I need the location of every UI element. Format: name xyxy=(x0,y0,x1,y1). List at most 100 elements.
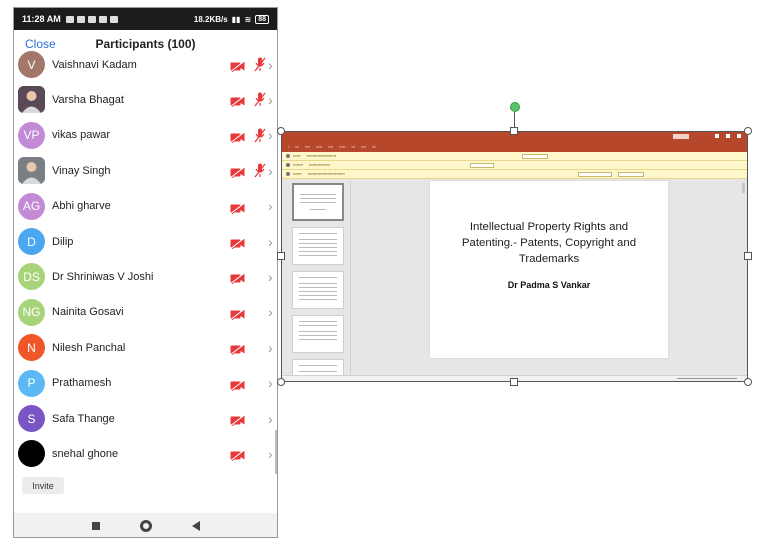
participant-name: vikas pawar xyxy=(52,129,111,142)
avatar xyxy=(18,440,45,468)
chevron-right-icon[interactable]: › xyxy=(268,92,273,108)
video-off-icon xyxy=(230,378,245,391)
avatar: AG xyxy=(18,192,45,220)
avatar: D xyxy=(18,228,45,255)
ppt-window-controls xyxy=(715,134,741,138)
participant-row[interactable]: DS Dr Shriniwas V Joshi › xyxy=(14,259,277,294)
mic-muted-icon xyxy=(254,92,266,107)
participant-name: Vinay Singh xyxy=(52,164,111,177)
participant-row[interactable]: AG Abhi gharve › xyxy=(14,189,277,224)
slide-thumbnail[interactable] xyxy=(292,271,344,309)
video-off-icon xyxy=(230,271,245,285)
phone-screen: 11:28 AM 18.2KB/s ▮▮ ≋ 88 Close Particip… xyxy=(13,7,278,538)
rotate-handle[interactable] xyxy=(510,102,520,112)
resize-handle-top-left[interactable] xyxy=(277,127,285,135)
android-nav-bar xyxy=(14,513,277,537)
video-off-icon xyxy=(230,448,245,462)
participant-name: Nilesh Panchal xyxy=(52,341,126,354)
participant-row[interactable]: N Nilesh Panchal › xyxy=(14,330,277,365)
home-icon[interactable] xyxy=(139,520,152,532)
participant-row[interactable]: NG Nainita Gosavi › xyxy=(14,295,277,330)
chevron-right-icon[interactable]: › xyxy=(268,446,273,462)
participant-row[interactable]: S Safa Thange › xyxy=(14,401,277,436)
resize-handle-bottom-left[interactable] xyxy=(277,378,285,386)
wifi-icon: ≋ xyxy=(244,14,252,24)
avatar: NG xyxy=(18,298,45,326)
participant-name: Safa Thange xyxy=(52,412,115,425)
video-off-icon xyxy=(230,342,245,356)
chevron-right-icon[interactable]: › xyxy=(268,57,273,73)
slide-thumbnail[interactable] xyxy=(292,227,344,265)
chevron-right-icon[interactable]: › xyxy=(268,198,273,214)
mic-muted-icon xyxy=(254,128,266,143)
back-icon[interactable] xyxy=(191,521,200,531)
chevron-right-icon[interactable]: › xyxy=(268,234,273,250)
battery-level: 88 xyxy=(255,14,269,24)
video-off-icon xyxy=(230,201,245,214)
participant-name: Dr Shriniwas V Joshi xyxy=(52,270,154,283)
slide-title: Intellectual Property Rights and Patenti… xyxy=(461,221,637,265)
avatar: DS xyxy=(18,263,45,291)
resize-handle-top-right[interactable] xyxy=(744,127,752,135)
avatar: P xyxy=(18,369,45,397)
participant-row[interactable]: VP vikas pawar › xyxy=(14,118,277,153)
participant-row[interactable]: V Vaishnavi Kadam › xyxy=(14,48,277,82)
pane-divider xyxy=(350,181,351,374)
notification-icons xyxy=(65,15,118,23)
participant-name: Varsha Bhagat xyxy=(52,93,124,106)
video-off-icon xyxy=(230,59,245,73)
resize-handle-left[interactable] xyxy=(277,252,285,260)
participant-row[interactable]: snehal ghone › xyxy=(14,436,277,471)
video-off-icon xyxy=(230,165,245,179)
list-scrollbar[interactable] xyxy=(275,430,277,474)
ppt-message-bar: ▪▪▪▪▪▪▪▪ ▪▪▪▪▪▪▪▪▪▪▪▪▪▪▪▪▪ xyxy=(282,161,747,170)
ppt-signin-button[interactable] xyxy=(673,134,689,139)
participants-list[interactable]: V Vaishnavi Kadam › Varsha Bhagat › VP vikas p… xyxy=(14,48,277,472)
participant-name: Dilip xyxy=(52,235,74,248)
avatar: N xyxy=(18,334,45,362)
chevron-right-icon[interactable]: › xyxy=(268,163,273,179)
ppt-message-bars: ▪▪▪▪▪▪ ▪▪▪▪▪▪▪▪▪▪▪▪▪▪▪▪▪▪▪▪▪▪▪▪ ▪▪▪▪▪▪▪▪ ▪… xyxy=(282,152,747,179)
avatar-photo xyxy=(18,157,45,185)
invite-button[interactable]: Invite xyxy=(22,477,64,494)
participant-row[interactable]: P Prathamesh › xyxy=(14,366,277,401)
powerpoint-window: ▪ ▪▪▪ ▪▪▪▪ ▪▪▪▪▪ ▪▪▪▪ ▪▪▪▪▪ ▪▪▪ ▪▪▪▪ ▪▪▪ ▪▪▪▪▪▪ ▪… xyxy=(282,132,747,381)
chevron-right-icon[interactable]: › xyxy=(268,375,273,391)
ppt-vertical-scrollbar[interactable] xyxy=(742,181,745,371)
zoom-slider[interactable] xyxy=(677,378,737,379)
chevron-right-icon[interactable]: › xyxy=(268,304,273,320)
resize-handle-bottom-right[interactable] xyxy=(744,378,752,386)
participant-row[interactable]: D Dilip › xyxy=(14,224,277,259)
participant-name: Vaishnavi Kadam xyxy=(52,58,137,71)
slide-thumbnail[interactable] xyxy=(292,315,344,353)
chevron-right-icon[interactable]: › xyxy=(268,269,273,285)
slide-thumbnail[interactable] xyxy=(292,183,344,221)
video-off-icon xyxy=(230,307,245,321)
participant-name: Nainita Gosavi xyxy=(52,306,124,319)
video-off-icon xyxy=(230,94,245,108)
slide-thumbnails-pane[interactable] xyxy=(288,181,350,381)
network-speed: 18.2KB/s xyxy=(193,14,228,24)
resize-handle-bottom[interactable] xyxy=(510,378,518,386)
mic-muted-icon xyxy=(254,163,266,178)
video-off-icon xyxy=(230,236,245,250)
avatar-photo xyxy=(18,86,45,114)
video-off-icon xyxy=(230,130,245,144)
signal-icon: ▮▮ xyxy=(231,14,241,24)
video-off-icon xyxy=(230,413,245,427)
chevron-right-icon[interactable]: › xyxy=(268,127,273,143)
chevron-right-icon[interactable]: › xyxy=(268,411,273,427)
participant-row[interactable]: Vinay Singh › xyxy=(14,153,277,188)
resize-handle-right[interactable] xyxy=(744,252,752,260)
chevron-right-icon[interactable]: › xyxy=(268,340,273,356)
ppt-ribbon-tabs: ▪ ▪▪▪ ▪▪▪▪ ▪▪▪▪▪ ▪▪▪▪ ▪▪▪▪▪ ▪▪▪ ▪▪▪▪ ▪▪▪ xyxy=(282,142,747,152)
participant-name: Abhi gharve xyxy=(52,200,111,213)
slide-author: Dr Padma S Vankar xyxy=(507,280,591,290)
slide-canvas[interactable]: Intellectual Property Rights and Patenti… xyxy=(430,181,668,358)
avatar: VP xyxy=(18,121,45,149)
resize-handle-top[interactable] xyxy=(510,127,518,135)
participant-row[interactable]: Varsha Bhagat › xyxy=(14,82,277,117)
ppt-message-bar: ▪▪▪▪▪▪▪ ▪▪▪▪▪▪▪▪▪▪▪▪▪▪▪▪▪▪▪▪▪▪▪▪▪▪▪▪▪▪ xyxy=(282,170,747,179)
avatar: V xyxy=(18,51,45,78)
recents-icon[interactable] xyxy=(91,522,100,530)
